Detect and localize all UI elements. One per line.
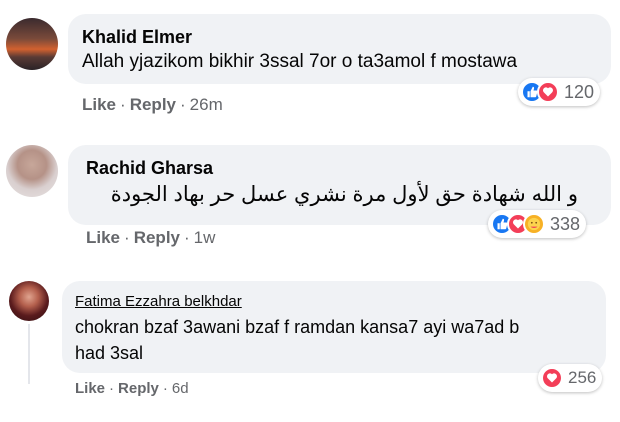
timestamp-link[interactable]: 6d [172,380,189,397]
separator: · [120,95,126,114]
comment-text-continued: had 3sal [75,343,144,363]
comment-actions: Like · Reply · 26m [82,95,223,115]
like-link[interactable]: Like [86,228,120,247]
reply-link[interactable]: Reply [130,95,176,114]
comment-text: و الله شهادة حق لأول مرة نشري عسل حر بها… [110,183,578,206]
reaction-count: 338 [550,213,581,234]
care-reaction-icon [523,213,545,235]
reaction-summary[interactable]: 256 [538,364,603,392]
reaction-count: 120 [564,81,595,102]
avatar-rachid[interactable] [6,145,58,197]
reaction-summary[interactable]: 338 [488,210,587,238]
like-link[interactable]: Like [75,380,105,397]
comment-actions: Like · Reply · 1w [86,228,215,248]
comment-text: Allah yjazikom bikhir 3ssal 7or o ta3amo… [82,51,518,72]
like-link[interactable]: Like [82,95,116,114]
reaction-count: 256 [568,368,597,387]
separator: · [109,380,115,397]
avatar-khalid[interactable] [6,18,58,70]
thread-line [28,324,30,384]
timestamp-link[interactable]: 1w [194,228,216,247]
comment-bubble [68,14,611,84]
love-reaction-icon [537,81,559,103]
timestamp-link[interactable]: 26m [190,95,223,114]
reaction-summary[interactable]: 120 [518,78,601,106]
reply-link[interactable]: Reply [118,380,159,397]
separator: · [184,228,190,247]
separator: · [162,380,168,397]
reply-link[interactable]: Reply [134,228,180,247]
avatar-fatima[interactable] [9,281,49,321]
comment-author[interactable]: Fatima Ezzahra belkhdar [75,293,242,310]
separator: · [124,228,130,247]
comment-actions: Like · Reply · 6d [75,380,189,397]
comment-author[interactable]: Rachid Gharsa [86,158,213,179]
comment-author[interactable]: Khalid Elmer [82,27,192,48]
love-reaction-icon [541,367,563,389]
comment-text: chokran bzaf 3awani bzaf f ramdan kansa7… [75,317,520,337]
separator: · [180,95,186,114]
